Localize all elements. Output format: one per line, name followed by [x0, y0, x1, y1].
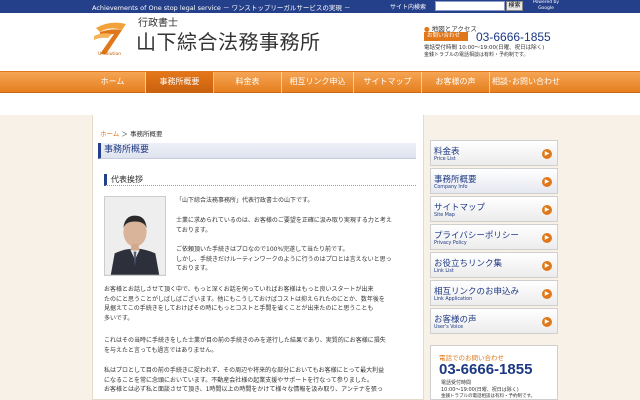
nav-sitemap[interactable]: サイトマップ: [354, 72, 422, 93]
search-button[interactable]: 検索: [506, 1, 523, 11]
sidebar-item-label: お役立ちリンク集: [434, 259, 503, 269]
breadcrumb-separator: ＞: [121, 130, 128, 138]
page-title: 事務所概要: [98, 143, 416, 159]
sidebar-item-label: 料金表: [434, 147, 460, 157]
sidebar-item-privacy-policy[interactable]: プライバシーポリシー Privacy Policy ▶: [430, 224, 558, 250]
sidebar-item-sublabel: Site Map: [434, 213, 455, 218]
representative-photo: [104, 196, 166, 276]
sidebar-item-label: プライバシーポリシー: [434, 231, 519, 241]
arrow-right-icon: ▶: [542, 177, 552, 187]
site-search-input[interactable]: [435, 1, 505, 11]
sidebar-item-sublabel: Privacy Policy: [434, 241, 467, 246]
nav-price-list[interactable]: 料金表: [214, 72, 282, 93]
greeting-text: 「山下綜合法務事務所」代表行政書士の山下です。: [176, 197, 314, 204]
site-search-label: サイト内検索: [390, 4, 427, 11]
arrow-right-icon: ▶: [542, 261, 552, 271]
header-hours-note: 金銭トラブルの電話相談は有料・予約制です。: [424, 52, 529, 58]
sidebar-item-link-application[interactable]: 相互リンクのお申込み Link Application ▶: [430, 280, 558, 306]
paragraph-4: これはその当時に手続きをした士業が目の前の手続きのみを遂行した結果であり、実質的…: [104, 337, 386, 354]
breadcrumb-current: 事務所概要: [129, 130, 163, 138]
nav-company-info[interactable]: 事務所概要: [146, 72, 214, 93]
sidebar-item-user-voice[interactable]: お客様の声 User's Voice ▶: [430, 308, 558, 334]
sidebar-hours-label: 電話受付時間: [441, 380, 472, 386]
sidebar-item-label: 相互リンクのお申込み: [434, 287, 520, 297]
powered-by-google: Powered by Google: [532, 0, 560, 11]
sidebar-contact-box: 電話でのお問い合わせ 03-6666-1855 電話受付時間 10:00～19:…: [430, 345, 558, 400]
spacer-band: [0, 94, 640, 115]
sidebar-item-label: サイトマップ: [434, 203, 486, 213]
logo-caption: U.Solution: [98, 52, 122, 57]
header-hours: 電話受付時間 10:00～19:00(日曜、祝日は除く): [424, 45, 545, 51]
arrow-right-icon: ▶: [542, 149, 552, 159]
sidebar-item-sublabel: Company Info: [434, 185, 468, 190]
arrow-right-icon: ▶: [542, 233, 552, 243]
arrow-right-icon: ▶: [542, 205, 552, 215]
sidebar-hours: 10:00～19:00(日曜、祝日は除く): [441, 387, 519, 393]
sidebar-item-link-list[interactable]: お役立ちリンク集 Link List ▶: [430, 252, 558, 278]
top-bar: Achievements of One stop legal service －…: [0, 0, 640, 13]
sidebar-item-price-list[interactable]: 料金表 Price List ▶: [430, 140, 558, 166]
sidebar-item-label: お客様の声: [434, 315, 477, 325]
sidebar-phone: 03-6666-1855: [439, 361, 533, 378]
paragraph-1: 士業に求められているのは、お客様のご要望を正確に汲み取り実現する力と考え ており…: [176, 217, 392, 234]
sidebar-item-sublabel: Link List: [434, 269, 454, 274]
breadcrumb-home[interactable]: ホーム: [100, 130, 119, 138]
arrow-right-icon: ▶: [542, 289, 552, 299]
arrow-right-icon: ▶: [542, 317, 552, 327]
sidebar-item-label: 事務所概要: [434, 175, 477, 185]
sidebar-item-sitemap[interactable]: サイトマップ Site Map ▶: [430, 196, 558, 222]
nav-contact[interactable]: 相談･お問い合わせ: [490, 72, 562, 93]
header-phone: 03-6666-1855: [476, 30, 551, 44]
site-title[interactable]: 山下綜合法務事務所: [136, 26, 321, 55]
sidebar-item-sublabel: Link Application: [434, 297, 473, 302]
sidebar-hours-note: 金銭トラブルの電話相談は有料・予約制です。: [441, 394, 536, 399]
nav-user-voice[interactable]: お客様の声: [422, 72, 490, 93]
sidebar-item-sublabel: Price List: [434, 157, 456, 162]
nav-home[interactable]: ホーム: [80, 72, 146, 93]
sidebar-item-sublabel: User's Voice: [434, 325, 464, 330]
logo-icon[interactable]: [92, 18, 128, 56]
paragraph-2: ご依頼頂いた手続きはプロなので100%完遂して当たり前です。 しかし、手続きだけ…: [176, 246, 392, 273]
contact-badge: お問い合わせ: [424, 32, 468, 41]
main-nav: ホーム 事務所概要 料金表 相互リンク申込 サイトマップ お客様の声 相談･お問…: [0, 71, 640, 93]
sidebar-item-company-info[interactable]: 事務所概要 Company Info ▶: [430, 168, 558, 194]
tagline: Achievements of One stop legal service －…: [92, 4, 351, 12]
section-title-greeting: 代表挨拶: [104, 174, 416, 186]
breadcrumb: ホーム ＞ 事務所概要: [100, 128, 162, 138]
nav-link-application[interactable]: 相互リンク申込: [282, 72, 354, 93]
paragraph-5: 私はプロとして目の前の手続きに捉われず、その周辺や将来的な部分においてもお客様に…: [104, 367, 385, 394]
paragraph-3: お客様とお話しさせて頂く中で、もっと深くお話を伺っていればお客様はもっと良いスタ…: [104, 286, 385, 322]
